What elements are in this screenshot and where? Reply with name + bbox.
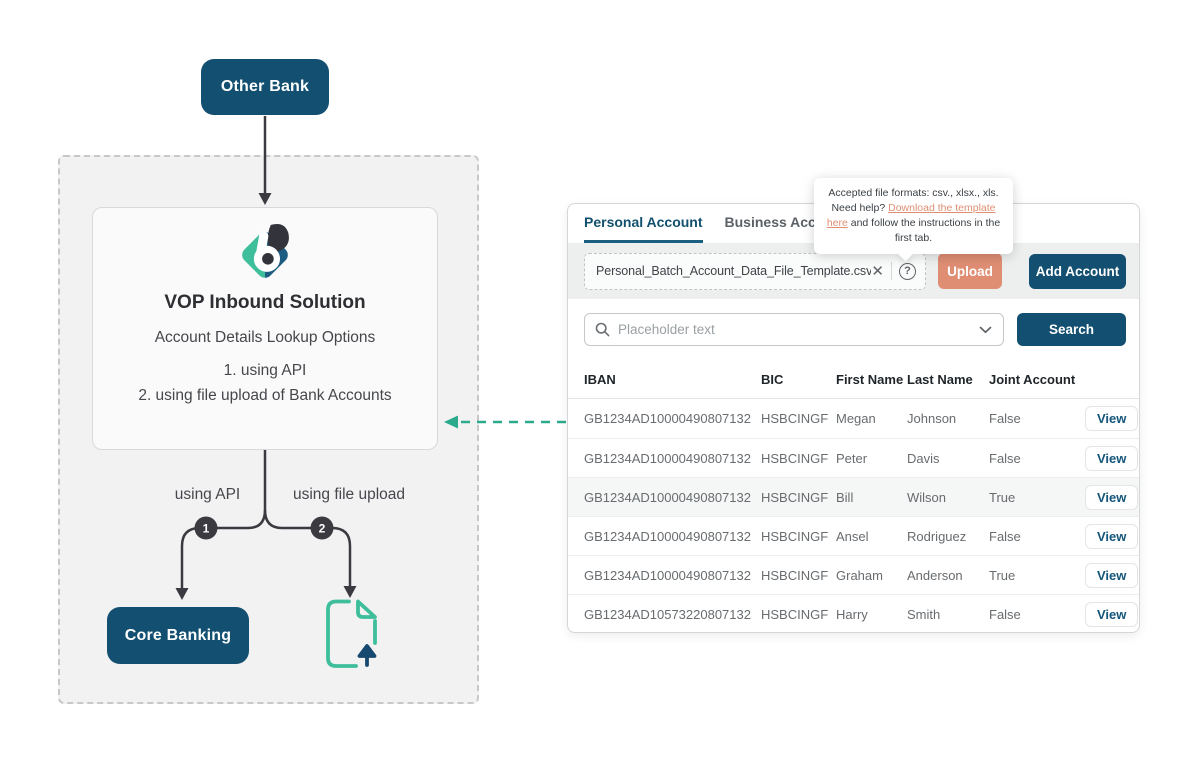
file-upload-field[interactable]: Personal_Batch_Account_Data_File_Templat…	[584, 253, 926, 290]
cell-iban: GB1234AD10000490807132	[584, 490, 761, 505]
upload-button[interactable]: Upload	[938, 253, 1002, 289]
table-row: GB1234AD10000490807132 HSBCINGF Ansel Ro…	[568, 516, 1139, 555]
cell-iban: GB1234AD10000490807132	[584, 568, 761, 583]
cell-last-name: Johnson	[907, 411, 989, 426]
search-input[interactable]	[618, 322, 971, 337]
cell-joint-account: False	[989, 529, 1085, 544]
add-account-button[interactable]: Add Account	[1029, 254, 1126, 289]
cell-joint-account: False	[989, 451, 1085, 466]
cell-joint-account: False	[989, 411, 1085, 426]
column-header-iban: IBAN	[584, 372, 761, 387]
cell-first-name: Ansel	[836, 529, 907, 544]
cell-last-name: Davis	[907, 451, 989, 466]
search-bar: Search	[568, 313, 1139, 346]
search-field[interactable]	[584, 313, 1004, 346]
column-header-joint-account: Joint Account	[989, 372, 1085, 387]
column-header-first-name: First Name	[836, 372, 907, 387]
cell-first-name: Harry	[836, 607, 907, 622]
cell-first-name: Graham	[836, 568, 907, 583]
column-header-bic: BIC	[761, 372, 836, 387]
accounts-table: IBAN BIC First Name Last Name Joint Acco…	[568, 361, 1139, 633]
cell-last-name: Anderson	[907, 568, 989, 583]
cell-joint-account: True	[989, 568, 1085, 583]
cell-bic: HSBCINGF	[761, 607, 836, 622]
cell-iban: GB1234AD10000490807132	[584, 451, 761, 466]
table-row: GB1234AD10573220807132 HSBCINGF Harry Sm…	[568, 594, 1139, 633]
account-panel: Personal Account Business Account Person…	[567, 203, 1140, 633]
vop-solution-card: VOP Inbound Solution Account Details Loo…	[92, 207, 438, 450]
cell-first-name: Peter	[836, 451, 907, 466]
table-header-row: IBAN BIC First Name Last Name Joint Acco…	[568, 361, 1139, 399]
vop-logo-icon	[234, 222, 296, 284]
cell-iban: GB1234AD10000490807132	[584, 529, 761, 544]
search-icon	[595, 322, 610, 337]
cell-bic: HSBCINGF	[761, 568, 836, 583]
cell-joint-account: False	[989, 607, 1085, 622]
view-button[interactable]: View	[1085, 446, 1138, 471]
cell-iban: GB1234AD10000490807132	[584, 411, 761, 426]
search-button[interactable]: Search	[1017, 313, 1126, 346]
view-button[interactable]: View	[1085, 563, 1138, 588]
file-upload-icon	[325, 599, 379, 669]
other-bank-node: Other Bank	[201, 59, 329, 115]
cell-last-name: Rodriguez	[907, 529, 989, 544]
cell-first-name: Bill	[836, 490, 907, 505]
tooltip-text-after: and follow the instructions in the first…	[848, 217, 1000, 244]
table-row-highlighted: GB1234AD10000490807132 HSBCINGF Bill Wil…	[568, 477, 1139, 516]
upload-help-tooltip: Accepted file formats: csv., xlsx., xls.…	[814, 178, 1013, 254]
view-button[interactable]: View	[1085, 406, 1138, 431]
cell-joint-account: True	[989, 490, 1085, 505]
solution-subtitle: Account Details Lookup Options	[155, 329, 376, 347]
cell-bic: HSBCINGF	[761, 451, 836, 466]
divider	[891, 262, 892, 280]
branch-label-api: using API	[150, 486, 265, 504]
cell-first-name: Megan	[836, 411, 907, 426]
cell-iban: GB1234AD10573220807132	[584, 607, 761, 622]
table-row: GB1234AD10000490807132 HSBCINGF Megan Jo…	[568, 399, 1139, 438]
solution-title: VOP Inbound Solution	[164, 292, 365, 314]
selected-filename: Personal_Batch_Account_Data_File_Templat…	[596, 264, 871, 278]
cell-bic: HSBCINGF	[761, 490, 836, 505]
column-header-last-name: Last Name	[907, 372, 989, 387]
cell-last-name: Smith	[907, 607, 989, 622]
core-banking-node: Core Banking	[107, 607, 249, 664]
close-icon: ✕	[871, 264, 884, 279]
help-icon: ?	[899, 263, 916, 280]
tab-personal-account[interactable]: Personal Account	[584, 204, 703, 243]
branch-label-file-upload: using file upload	[279, 486, 419, 504]
cell-bic: HSBCINGF	[761, 411, 836, 426]
core-banking-label: Core Banking	[125, 627, 231, 645]
cell-last-name: Wilson	[907, 490, 989, 505]
lookup-option-file-upload: 2. using file upload of Bank Accounts	[138, 383, 391, 408]
other-bank-label: Other Bank	[221, 78, 309, 96]
view-button[interactable]: View	[1085, 485, 1138, 510]
clear-file-button[interactable]: ✕	[871, 264, 884, 279]
cell-bic: HSBCINGF	[761, 529, 836, 544]
table-row: GB1234AD10000490807132 HSBCINGF Peter Da…	[568, 438, 1139, 477]
table-row: GB1234AD10000490807132 HSBCINGF Graham A…	[568, 555, 1139, 594]
lookup-option-api: 1. using API	[138, 358, 391, 383]
view-button[interactable]: View	[1085, 602, 1138, 627]
chevron-down-icon[interactable]	[979, 326, 992, 334]
help-button[interactable]: ?	[899, 263, 916, 280]
view-button[interactable]: View	[1085, 524, 1138, 549]
